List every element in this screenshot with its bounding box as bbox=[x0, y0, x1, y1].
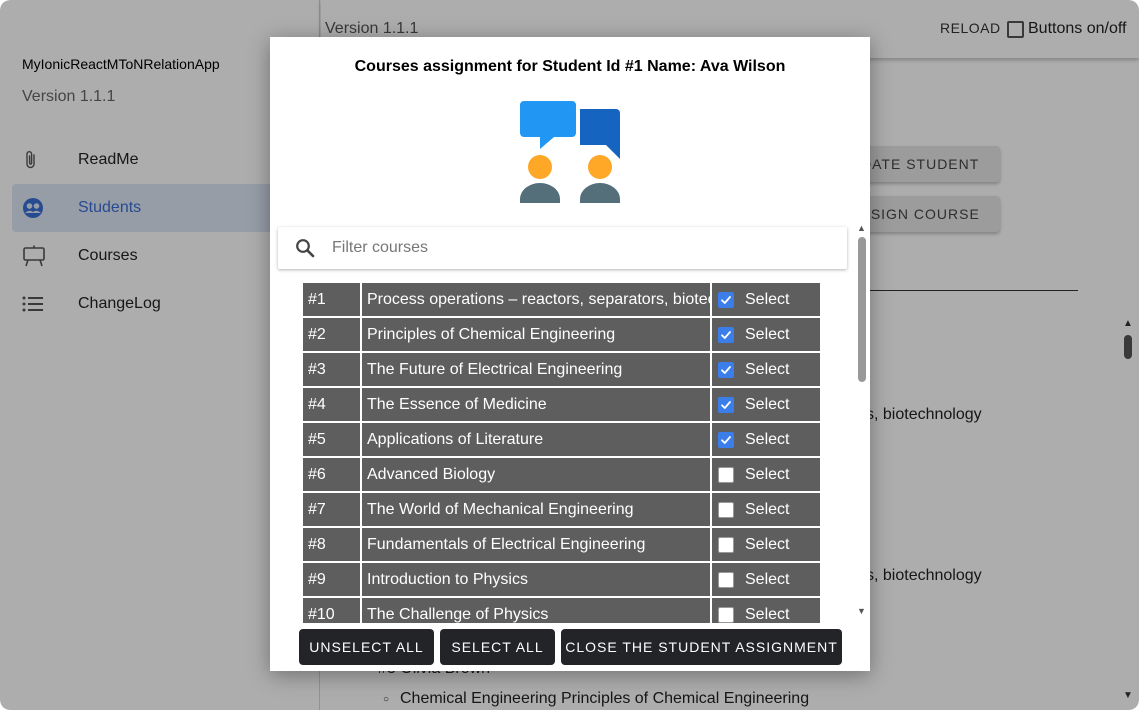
course-select-cell[interactable]: Select bbox=[712, 563, 820, 596]
course-select-label: Select bbox=[745, 430, 790, 448]
course-row: #9 Introduction to Physics Select bbox=[303, 563, 823, 598]
course-row: #5 Applications of Literature Select bbox=[303, 423, 823, 458]
course-select-label: Select bbox=[745, 570, 790, 588]
checkmark-icon bbox=[721, 400, 731, 409]
course-id: #6 bbox=[303, 458, 360, 491]
course-id: #5 bbox=[303, 423, 360, 456]
course-row: #1 Process operations – reactors, separat… bbox=[303, 283, 823, 318]
course-name: Fundamentals of Electrical Engineering bbox=[362, 528, 710, 561]
checkmark-icon bbox=[721, 295, 731, 304]
modal-scroll-up-arrow[interactable]: ▲ bbox=[857, 223, 866, 233]
course-select-label: Select bbox=[745, 325, 790, 343]
course-select-cell[interactable]: Select bbox=[712, 353, 820, 386]
course-select-cell[interactable]: Select bbox=[712, 458, 820, 491]
course-filter-bar bbox=[278, 227, 847, 269]
checkmark-icon bbox=[721, 330, 731, 339]
course-row: #6 Advanced Biology Select bbox=[303, 458, 823, 493]
course-select-cell[interactable]: Select bbox=[712, 493, 820, 526]
course-select-checkbox[interactable] bbox=[718, 536, 734, 553]
course-id: #10 bbox=[303, 598, 360, 623]
course-name: The Essence of Medicine bbox=[362, 388, 710, 421]
search-icon bbox=[278, 238, 332, 258]
course-id: #9 bbox=[303, 563, 360, 596]
course-select-checkbox[interactable] bbox=[718, 606, 734, 623]
course-list: #1 Process operations – reactors, separat… bbox=[303, 283, 823, 623]
chat-people-logo-icon bbox=[520, 101, 620, 203]
course-row: #4 The Essence of Medicine Select bbox=[303, 388, 823, 423]
checkmark-icon bbox=[721, 435, 731, 444]
course-select-checkbox[interactable] bbox=[718, 501, 734, 518]
course-select-cell[interactable]: Select bbox=[712, 423, 820, 456]
course-select-checkbox[interactable] bbox=[718, 466, 734, 483]
course-name: The Challenge of Physics bbox=[362, 598, 710, 623]
course-name: The Future of Electrical Engineering bbox=[362, 353, 710, 386]
course-id: #1 bbox=[303, 283, 360, 316]
course-select-label: Select bbox=[745, 465, 790, 483]
select-all-button[interactable]: SELECT ALL bbox=[440, 629, 555, 665]
course-name: The World of Mechanical Engineering bbox=[362, 493, 710, 526]
course-select-cell[interactable]: Select bbox=[712, 528, 820, 561]
course-select-cell[interactable]: Select bbox=[712, 598, 820, 623]
course-select-cell[interactable]: Select bbox=[712, 318, 820, 351]
course-id: #8 bbox=[303, 528, 360, 561]
course-filter-input[interactable] bbox=[332, 239, 812, 257]
course-id: #4 bbox=[303, 388, 360, 421]
course-select-checkbox[interactable] bbox=[718, 291, 734, 308]
course-select-label: Select bbox=[745, 605, 790, 623]
course-assignment-modal: Courses assignment for Student Id #1 Nam… bbox=[270, 37, 870, 671]
course-name: Process operations – reactors, separator… bbox=[362, 283, 710, 316]
modal-scrollbar-thumb[interactable] bbox=[858, 237, 866, 382]
unselect-all-button[interactable]: UNSELECT ALL bbox=[299, 629, 434, 665]
course-select-label: Select bbox=[745, 500, 790, 518]
course-select-cell[interactable]: Select bbox=[712, 283, 820, 316]
course-id: #3 bbox=[303, 353, 360, 386]
course-row: #10 The Challenge of Physics Select bbox=[303, 598, 823, 623]
course-row: #3 The Future of Electrical Engineering Se… bbox=[303, 353, 823, 388]
modal-title: Courses assignment for Student Id #1 Nam… bbox=[354, 58, 786, 75]
course-select-label: Select bbox=[745, 360, 790, 378]
course-name: Advanced Biology bbox=[362, 458, 710, 491]
course-select-label: Select bbox=[745, 290, 790, 308]
course-select-checkbox[interactable] bbox=[718, 571, 734, 588]
course-select-cell[interactable]: Select bbox=[712, 388, 820, 421]
course-select-checkbox[interactable] bbox=[718, 326, 734, 343]
course-name: Applications of Literature bbox=[362, 423, 710, 456]
modal-scroll-down-arrow[interactable]: ▼ bbox=[857, 606, 866, 616]
course-name: Introduction to Physics bbox=[362, 563, 710, 596]
course-select-checkbox[interactable] bbox=[718, 431, 734, 448]
close-assignment-button[interactable]: CLOSE THE STUDENT ASSIGNMENT bbox=[561, 629, 842, 665]
course-select-label: Select bbox=[745, 535, 790, 553]
course-id: #7 bbox=[303, 493, 360, 526]
course-row: #2 Principles of Chemical Engineering Sele… bbox=[303, 318, 823, 353]
course-row: #8 Fundamentals of Electrical Engineering… bbox=[303, 528, 823, 563]
course-id: #2 bbox=[303, 318, 360, 351]
course-select-checkbox[interactable] bbox=[718, 396, 734, 413]
course-name: Principles of Chemical Engineering bbox=[362, 318, 710, 351]
course-select-checkbox[interactable] bbox=[718, 361, 734, 378]
course-select-label: Select bbox=[745, 395, 790, 413]
course-row: #7 The World of Mechanical Engineering Sel… bbox=[303, 493, 823, 528]
checkmark-icon bbox=[721, 365, 731, 374]
